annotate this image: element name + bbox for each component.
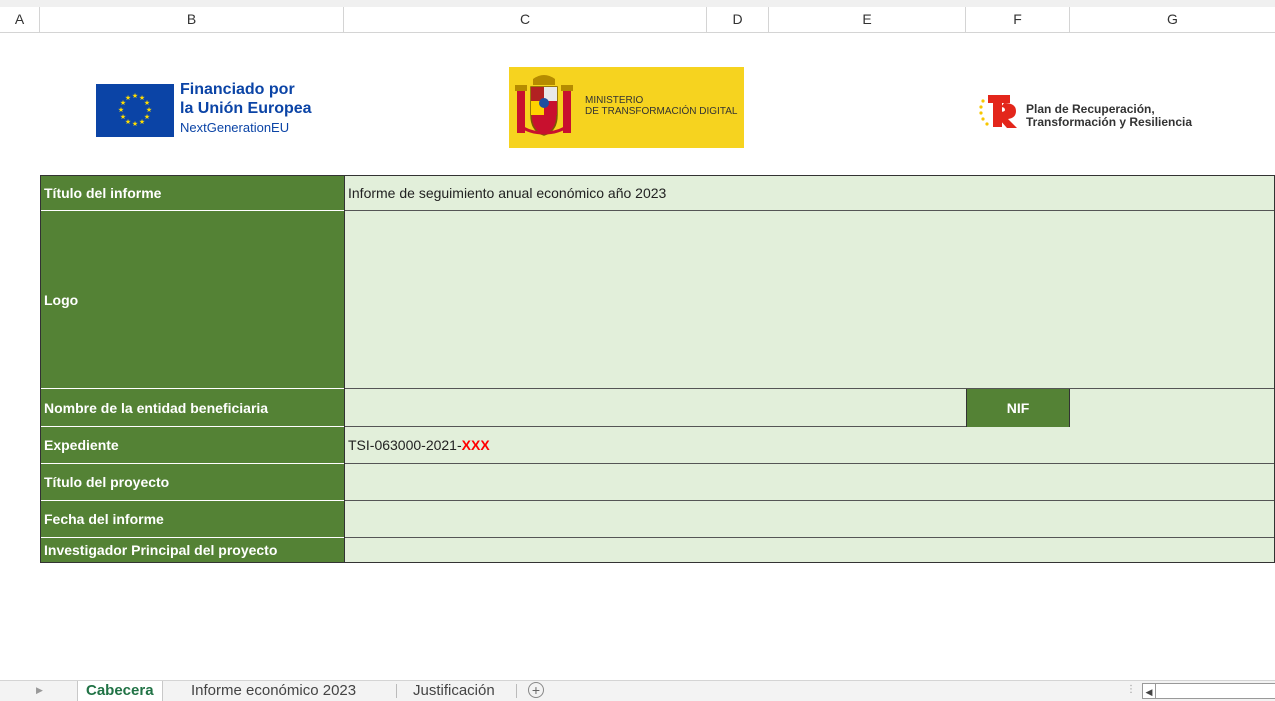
spain-coat-of-arms-icon [513, 73, 575, 141]
logo-cell[interactable] [344, 211, 1275, 389]
form-column-divider [344, 175, 345, 563]
entidad-label: Nombre de la entidad beneficiaria [40, 389, 344, 427]
ministry-logo-line2: DE TRANSFORMACIÓN DIGITAL [585, 106, 738, 117]
svg-text:★: ★ [125, 94, 131, 102]
svg-text:★: ★ [118, 106, 124, 114]
investigador-label: Investigador Principal del proyecto [40, 538, 344, 563]
tab-informe-economico-2023[interactable]: Informe económico 2023 [191, 681, 356, 701]
scroll-left-icon[interactable]: ◀ [1142, 683, 1156, 699]
ministry-logo-line1: MINISTERIO [585, 95, 644, 106]
add-sheet-icon[interactable]: + [528, 682, 544, 698]
scroll-tabs-left-icon[interactable]: ▶ [36, 685, 43, 696]
column-header-c[interactable]: C [344, 7, 707, 32]
svg-text:★: ★ [120, 113, 126, 121]
prtr-r-icon [978, 93, 1020, 129]
column-header-f[interactable]: F [966, 7, 1070, 32]
ministry-logo: MINISTERIO DE TRANSFORMACIÓN DIGITAL [509, 67, 744, 148]
titulo-informe-label: Título del informe [40, 175, 344, 211]
column-header-e[interactable]: E [769, 7, 966, 32]
tab-separator [516, 684, 517, 698]
eu-flag-icon: ★ ★ ★ ★ ★ ★ ★ ★ ★ ★ ★ ★ [96, 84, 174, 137]
horizontal-scrollbar[interactable] [1156, 683, 1275, 699]
expediente-placeholder-suffix: XXX [461, 437, 490, 453]
svg-text:★: ★ [139, 118, 145, 126]
titulo-proyecto-cell[interactable] [344, 464, 1275, 501]
eu-logo-line1: Financiado por [180, 81, 295, 98]
column-header-g[interactable]: G [1070, 7, 1275, 32]
column-header-a[interactable]: A [0, 7, 40, 32]
column-header-row: A B C D E F G [0, 7, 1275, 33]
svg-text:★: ★ [132, 92, 138, 100]
expediente-cell[interactable]: TSI-063000-2021- XXX [344, 427, 1275, 464]
nif-cell[interactable] [1070, 389, 1275, 427]
prtr-logo-line2: Transformación y Resiliencia [1026, 115, 1193, 129]
tab-cabecera[interactable]: Cabecera [77, 681, 163, 701]
investigador-cell[interactable] [344, 538, 1275, 563]
eu-logo-line2: la Unión Europea [180, 100, 312, 117]
titulo-proyecto-label: Título del proyecto [40, 464, 344, 501]
expediente-label: Expediente [40, 427, 344, 464]
top-strip [0, 0, 1275, 7]
fecha-label: Fecha del informe [40, 501, 344, 538]
eu-logo-line3: NextGenerationEU [180, 120, 290, 135]
nif-label: NIF [966, 389, 1070, 427]
tab-separator [396, 684, 397, 698]
tab-justificacion[interactable]: Justificación [413, 681, 495, 701]
expediente-prefix: TSI-063000-2021- [348, 437, 462, 453]
fecha-cell[interactable] [344, 501, 1275, 538]
column-header-b[interactable]: B [40, 7, 344, 32]
column-header-d[interactable]: D [707, 7, 769, 32]
sheet-tabs-bar: ▶ Cabecera Informe económico 2023 Justif… [0, 680, 1275, 701]
logo-label: Logo [40, 211, 344, 389]
titulo-informe-cell[interactable]: Informe de seguimiento anual económico a… [344, 175, 1275, 211]
splitter-handle-icon[interactable]: ⋮ [1126, 684, 1136, 695]
svg-text:★: ★ [132, 120, 138, 128]
